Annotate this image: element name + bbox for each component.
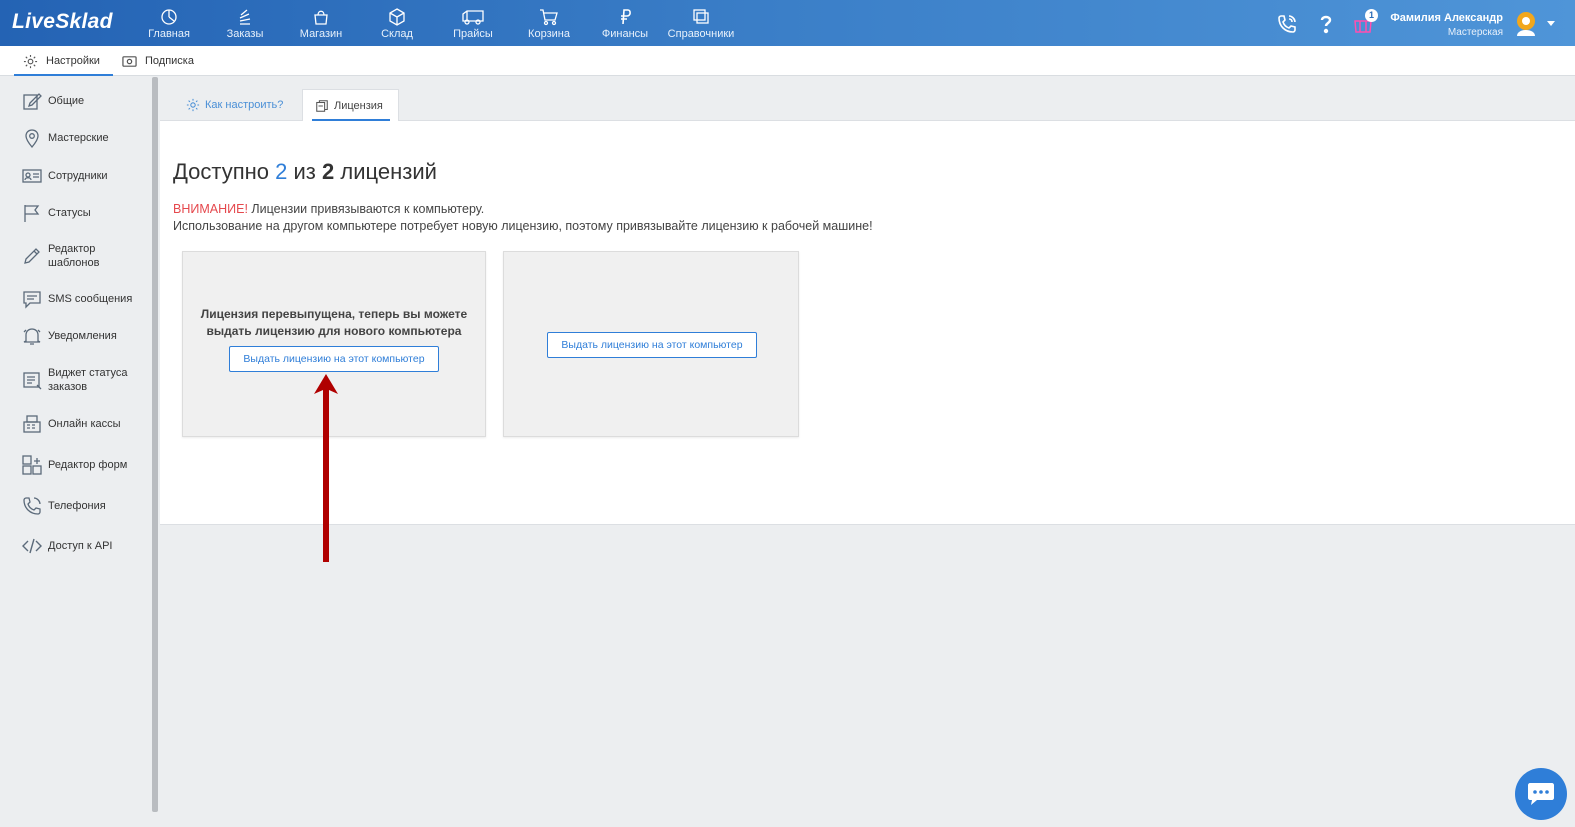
bell-icon xyxy=(23,328,41,345)
sidebar-item-api[interactable]: Доступ к API xyxy=(22,536,150,556)
notification-badge: 1 xyxy=(1365,9,1378,22)
location-pin-icon xyxy=(25,129,39,148)
license-reissued-message: Лицензия перевыпущена, теперь вы можете … xyxy=(200,307,468,338)
message-icon xyxy=(23,291,41,309)
phone-icon xyxy=(23,497,41,515)
chat-button[interactable] xyxy=(1515,768,1567,820)
code-icon xyxy=(22,538,42,554)
nav-references[interactable]: Справочники xyxy=(654,0,748,46)
dashboard-icon xyxy=(161,9,177,25)
subnav-subscription[interactable]: Подписка xyxy=(122,46,194,76)
flag-icon xyxy=(24,205,40,222)
nav-finance[interactable]: Финансы xyxy=(596,0,654,46)
annotation-arrow-icon xyxy=(314,374,338,562)
sidebar-scrollbar[interactable] xyxy=(152,77,158,812)
user-name[interactable]: Фамилия Александр xyxy=(1390,12,1503,24)
pencil-icon xyxy=(24,248,40,264)
truck-icon xyxy=(462,10,484,25)
sidebar-item-order-widget[interactable]: Виджет статуса заказов xyxy=(22,366,150,394)
nav-cart[interactable]: Корзина xyxy=(502,0,596,46)
nav-warehouse[interactable]: Склад xyxy=(350,0,444,46)
phone-call-icon[interactable] xyxy=(1276,13,1298,35)
sidebar-item-notifications[interactable]: Уведомления xyxy=(22,326,150,346)
license-copy-icon xyxy=(316,99,328,112)
subnav-settings[interactable]: Настройки xyxy=(14,46,113,76)
gear-icon xyxy=(23,54,38,68)
sidebar-item-form-editor[interactable]: Редактор форм xyxy=(22,455,150,475)
page-title: Доступно 2 из 2 лицензий xyxy=(173,159,437,184)
warning-message: ВНИМАНИЕ! Лицензии привязываются к компь… xyxy=(173,202,873,233)
sidebar-item-workshops[interactable]: Мастерские xyxy=(22,128,150,148)
main-nav: Главная Заказы Магазин Склад Прайсы Корз… xyxy=(140,0,748,46)
chevron-down-icon[interactable] xyxy=(1547,21,1555,27)
app-logo[interactable]: LiveSklad xyxy=(12,10,113,34)
nav-prices[interactable]: Прайсы xyxy=(444,0,502,46)
tab-license[interactable]: Лицензия xyxy=(302,89,399,121)
sidebar-item-online-cash[interactable]: Онлайн кассы xyxy=(22,414,150,434)
cart-icon xyxy=(540,9,558,26)
issue-license-button-2[interactable]: Выдать лицензию на этот компьютер xyxy=(547,332,757,358)
sidebar-item-sms[interactable]: SMS сообщения xyxy=(22,289,150,309)
settings-sidebar xyxy=(0,77,152,827)
shop-bag-icon xyxy=(314,10,328,25)
chat-bubble-icon xyxy=(1528,783,1554,805)
tabs-bar: Как настроить? Лицензия xyxy=(160,77,1575,121)
available-count: 2 xyxy=(275,159,288,184)
total-count: 2 xyxy=(322,159,335,184)
form-editor-icon xyxy=(22,455,42,475)
sidebar-item-employees[interactable]: Сотрудники xyxy=(22,166,150,186)
gear-icon xyxy=(186,98,200,112)
help-icon[interactable] xyxy=(1315,13,1337,35)
banknote-icon xyxy=(122,55,137,67)
sidebar-item-telephony[interactable]: Телефония xyxy=(22,496,150,516)
sidebar-item-statuses[interactable]: Статусы xyxy=(22,203,150,223)
tab-howto[interactable]: Как настроить? xyxy=(186,89,283,121)
nav-orders[interactable]: Заказы xyxy=(198,0,292,46)
id-card-icon xyxy=(22,169,42,183)
cash-register-icon xyxy=(23,415,41,433)
ruble-icon xyxy=(621,9,631,25)
sub-navigation: Настройки Подписка xyxy=(0,46,1575,76)
user-role: Мастерская xyxy=(1447,27,1503,38)
top-bar: LiveSklad Главная Заказы Магазин Склад П… xyxy=(0,0,1575,46)
nav-home[interactable]: Главная xyxy=(140,0,198,46)
widget-icon xyxy=(23,372,42,390)
books-icon xyxy=(693,9,709,24)
sidebar-item-template-editor[interactable]: Редактор шаблонов xyxy=(22,242,150,270)
orders-icon xyxy=(239,9,251,25)
issue-license-button-1[interactable]: Выдать лицензию на этот компьютер xyxy=(229,346,439,372)
sidebar-item-general[interactable]: Общие xyxy=(22,91,150,111)
warning-label: ВНИМАНИЕ! xyxy=(173,202,248,216)
box-icon xyxy=(389,8,405,26)
license-panel: Как настроить? Лицензия Доступно 2 из 2 … xyxy=(160,77,1575,525)
nav-shop[interactable]: Магазин xyxy=(292,0,350,46)
avatar[interactable] xyxy=(1512,9,1540,37)
license-card-2: Выдать лицензию на этот компьютер xyxy=(503,251,799,437)
edit-icon xyxy=(23,93,42,110)
